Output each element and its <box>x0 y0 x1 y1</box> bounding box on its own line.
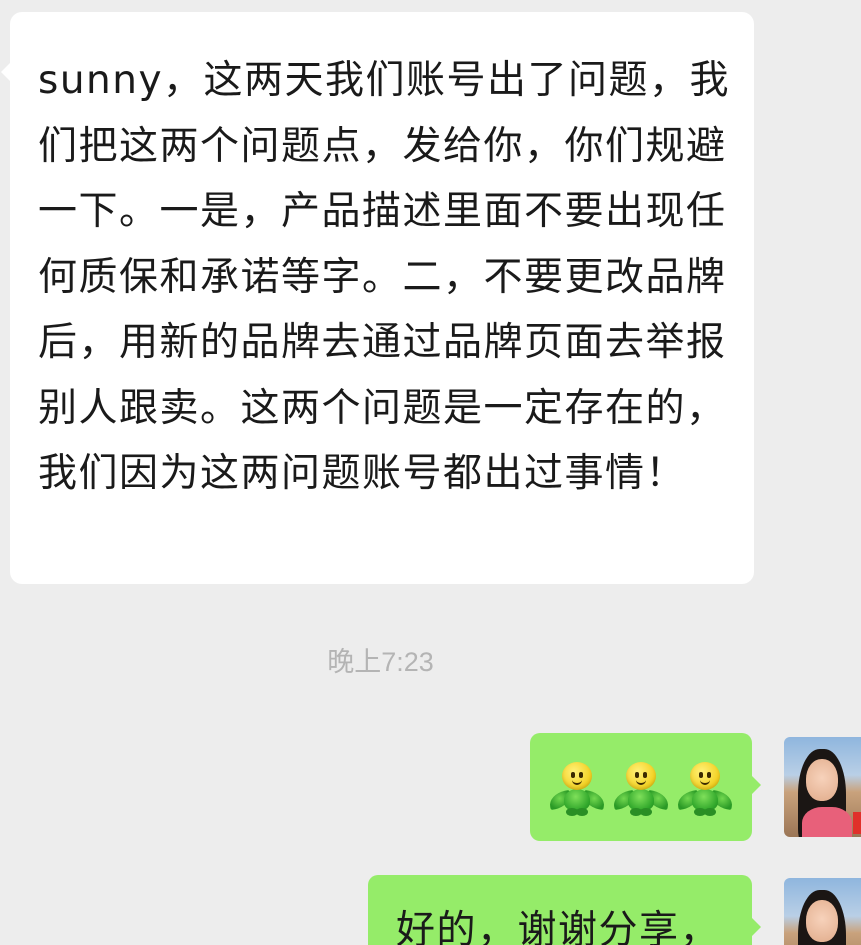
sprout-emoji-icon <box>675 760 735 820</box>
incoming-message-bubble[interactable]: sunny，这两天我们账号出了问题，我们把这两个问题点，发给你，你们规避一下。一… <box>1 12 754 584</box>
sprout-emoji-icon <box>547 760 607 820</box>
sprout-emoji-icon <box>611 760 671 820</box>
message-timestamp: 晚上7:23 <box>327 647 434 677</box>
outgoing-message-bubble[interactable]: 好的，谢谢分享， <box>368 875 761 945</box>
sender-avatar[interactable] <box>784 737 861 837</box>
outgoing-bubble-tail <box>751 775 761 795</box>
sender-avatar[interactable] <box>784 878 861 945</box>
incoming-message-text: sunny，这两天我们账号出了问题，我们把这两个问题点，发给你，你们规避一下。一… <box>38 58 731 496</box>
outgoing-message-text: 好的，谢谢分享， <box>396 908 721 945</box>
chat-message-list[interactable]: sunny，这两天我们账号出了问题，我们把这两个问题点，发给你，你们规避一下。一… <box>0 0 861 945</box>
outgoing-emoji-bubble[interactable] <box>530 733 761 841</box>
incoming-bubble-tail <box>1 62 11 82</box>
outgoing-bubble-tail <box>751 917 761 937</box>
